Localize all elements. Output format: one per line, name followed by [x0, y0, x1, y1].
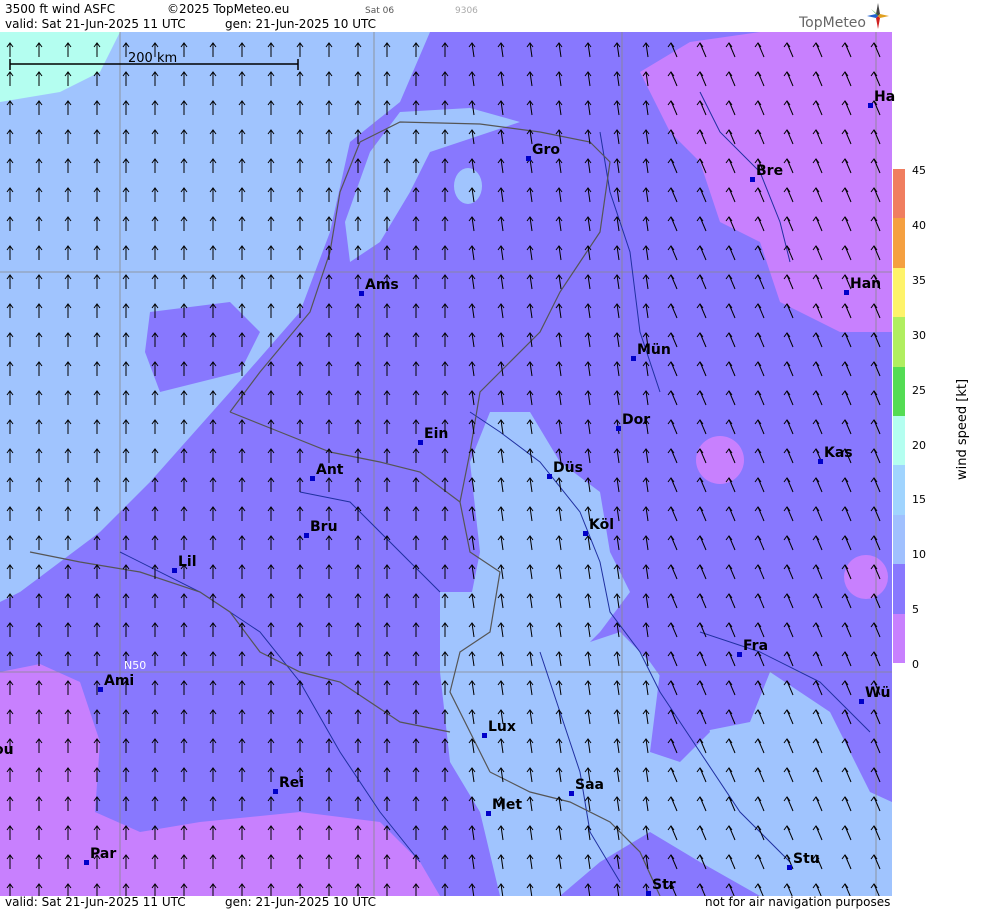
- city-label: Gro: [532, 142, 561, 158]
- legend-swatch: [893, 218, 905, 269]
- city-label: Düs: [553, 460, 583, 476]
- legend-tick-label: 25: [912, 383, 926, 397]
- legend-swatch: [893, 416, 905, 466]
- legend-title: wind speed [kt]: [955, 378, 970, 480]
- legend-tick-label: 35: [912, 273, 926, 287]
- city-label: Lil: [178, 554, 197, 570]
- city-marker-dot: [787, 865, 792, 870]
- legend-swatch: [893, 613, 905, 664]
- legend-tick-label: 20: [912, 438, 926, 452]
- city-marker-dot: [844, 290, 849, 295]
- city-marker-dot: [482, 733, 487, 738]
- legend-swatch: [893, 267, 905, 318]
- city-label: Stu: [793, 851, 820, 867]
- legend-swatch: [893, 465, 905, 516]
- city-label: Köl: [589, 517, 615, 533]
- legend-tick-label: 45: [912, 164, 926, 177]
- city-marker-dot: [84, 860, 89, 865]
- city-label: Par: [90, 846, 117, 862]
- city-marker-dot: [547, 474, 552, 479]
- city-label: Ha: [874, 89, 896, 105]
- city-marker-dot: [616, 426, 621, 431]
- city-marker-dot: [750, 177, 755, 182]
- legend-tick-label: 15: [912, 493, 926, 507]
- lilac-patch-kassel: [696, 436, 744, 484]
- city-label: Wü: [865, 685, 891, 701]
- city-label: Kas: [824, 445, 853, 461]
- legend-swatch: [893, 564, 905, 615]
- blue-patch-small: [454, 168, 482, 204]
- compass-logo-icon: [867, 3, 889, 29]
- city-label: Ami: [104, 673, 135, 689]
- legend-swatch: [893, 317, 905, 368]
- copyright: ©2025 TopMeteo.eu: [167, 2, 290, 16]
- footer-generated-time: gen: 21-Jun-2025 10 UTC: [225, 895, 377, 909]
- city-label: Bru: [310, 519, 338, 535]
- scale-bar-label: 200 km: [128, 51, 178, 66]
- city-label: Ams: [365, 277, 399, 293]
- wind-map-canvas: [0, 32, 892, 896]
- city-label: Bre: [756, 163, 784, 179]
- city-label: Saa: [575, 777, 604, 793]
- city-marker-dot: [486, 811, 491, 816]
- city-label: Fra: [743, 638, 769, 654]
- legend-tick-label: 30: [912, 328, 926, 342]
- city-marker-dot: [569, 791, 574, 796]
- city-marker-dot: [737, 652, 742, 657]
- city-label: Str: [652, 877, 676, 893]
- city-marker-dot: [646, 891, 651, 896]
- footer-notice: not for air navigation purposes: [705, 895, 891, 909]
- legend-swatch: [893, 169, 905, 219]
- city-label: Met: [492, 797, 523, 813]
- city-marker-dot: [859, 699, 864, 704]
- city-marker-dot: [310, 476, 315, 481]
- chart-title: 3500 ft wind ASFC: [5, 2, 116, 16]
- city-label: Han: [850, 276, 882, 292]
- city-marker-dot: [273, 789, 278, 794]
- legend-tick-label: 0: [912, 658, 919, 672]
- legend-swatch: [893, 514, 905, 565]
- legend-tick-label: 5: [912, 603, 919, 617]
- city-marker-dot: [172, 568, 177, 573]
- wind-speed-legend: [893, 169, 905, 664]
- latitude-label: N50: [124, 659, 147, 672]
- city-label: Mün: [637, 342, 671, 358]
- legend-tick-label: 10: [912, 548, 926, 562]
- city-label: Dor: [622, 412, 651, 428]
- day-code: Sat 06: [365, 6, 395, 16]
- city-label: Lux: [488, 719, 516, 735]
- city-label: Ein: [424, 426, 449, 442]
- city-marker-dot: [868, 103, 873, 108]
- city-marker-dot: [418, 440, 423, 445]
- topmeteo-logo-text: TopMeteo: [799, 15, 866, 31]
- city-marker-dot: [526, 156, 531, 161]
- footer-valid-time: valid: Sat 21-Jun-2025 11 UTC: [5, 895, 186, 909]
- map-frame: 3500 ft wind ASFC ©2025 TopMeteo.eu Sat …: [0, 0, 983, 909]
- city-label: Rei: [279, 775, 305, 791]
- city-marker-dot: [304, 533, 309, 538]
- city-marker-dot: [583, 531, 588, 536]
- valid-time: valid: Sat 21-Jun-2025 11 UTC: [5, 17, 186, 31]
- city-label: Ant: [316, 462, 344, 478]
- city-label: ou: [0, 742, 14, 758]
- city-marker-dot: [631, 356, 636, 361]
- city-marker-dot: [98, 687, 103, 692]
- legend-tick-label: 40: [912, 218, 926, 232]
- generated-time: gen: 21-Jun-2025 10 UTC: [225, 17, 377, 31]
- legend-swatch: [893, 366, 905, 417]
- code-number: 9306: [455, 6, 478, 16]
- city-marker-dot: [359, 291, 364, 296]
- wind-map[interactable]: [0, 32, 892, 896]
- city-marker-dot: [818, 459, 823, 464]
